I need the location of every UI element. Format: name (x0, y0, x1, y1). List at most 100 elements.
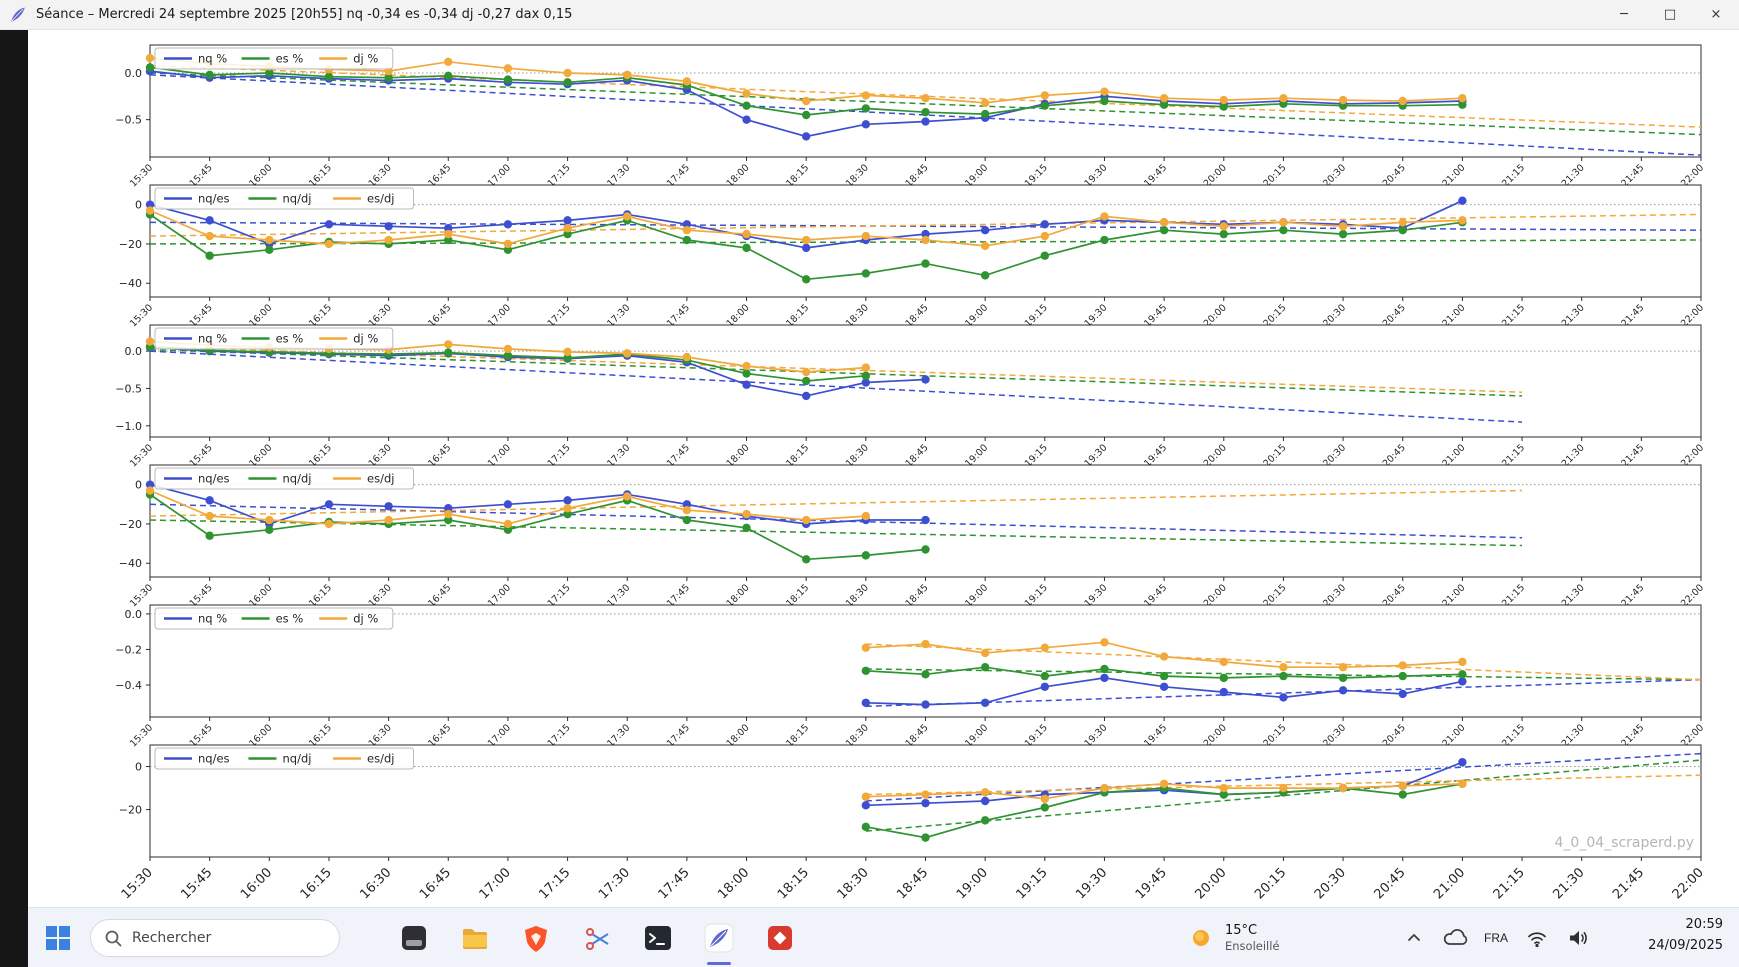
svg-text:nq %: nq % (198, 612, 227, 626)
svg-text:17:00: 17:00 (477, 865, 514, 902)
chart-session-spreads: 0−20−4015:30 15:45 16:00 16:15 16:30 16:45 17:… (119, 184, 1706, 329)
svg-text:nq/es: nq/es (198, 752, 230, 766)
system-tray: FRA (1400, 918, 1592, 958)
minimize-button[interactable]: ─ (1601, 0, 1647, 29)
svg-text:−0.5: −0.5 (115, 382, 142, 395)
svg-text:−0.4: −0.4 (115, 679, 142, 692)
svg-text:nq/dj: nq/dj (283, 472, 312, 486)
matplotlib-figure: 0.0 −0.5 15:30 15:45 16:00 16:15 16:30 16:45 17:… (28, 30, 1739, 907)
svg-text:15:45: 15:45 (178, 865, 215, 902)
svg-text:22:00: 22:00 (1670, 865, 1707, 902)
chart-session-percent: 0.0−0.515:30 15:45 16:00 16:15 16:30 16:45 17:… (115, 44, 1706, 189)
svg-text:−20: −20 (119, 518, 142, 531)
pinned-app-dark-button[interactable] (394, 918, 434, 958)
svg-text:−0.2: −0.2 (115, 643, 142, 656)
svg-text:0.0: 0.0 (125, 67, 143, 80)
terminal-button[interactable] (638, 918, 678, 958)
chart-early-percent: 0.0−0.5−1.015:30 15:45 16:00 16:15 16:30 16:4… (115, 324, 1706, 469)
wifi-icon (1528, 932, 1546, 948)
network-button[interactable] (1523, 920, 1551, 956)
chevron-up-icon (1408, 934, 1420, 941)
svg-text:18:45: 18:45 (894, 865, 931, 902)
svg-text:21:15: 21:15 (1491, 865, 1528, 902)
svg-text:dj %: dj % (353, 332, 378, 346)
search-icon (105, 930, 122, 947)
svg-text:18:00: 18:00 (715, 865, 752, 902)
watermark-script-name: 4_0_04_scraperd.py (1554, 835, 1694, 851)
time-label: 20:59 (1685, 917, 1723, 932)
svg-text:17:45: 17:45 (656, 865, 693, 902)
brave-icon (525, 926, 547, 952)
tray-expand-button[interactable] (1400, 920, 1428, 956)
pinned-apps (394, 918, 800, 965)
windows-logo-icon (46, 926, 70, 950)
folder-icon (463, 929, 487, 949)
scissors-icon (586, 928, 609, 950)
cloud-icon (1443, 929, 1468, 945)
svg-text:nq/es: nq/es (198, 472, 230, 486)
svg-text:20:00: 20:00 (1192, 865, 1229, 902)
svg-text:es %: es % (276, 612, 304, 626)
brave-browser-button[interactable] (516, 918, 556, 958)
chart-early-spreads: 0−20−4015:30 15:45 16:00 16:15 16:30 16:45 17:… (119, 464, 1706, 609)
snipping-tool-button[interactable] (577, 918, 617, 958)
svg-text:nq %: nq % (198, 52, 227, 66)
svg-text:18:15: 18:15 (775, 865, 812, 902)
chart-us-percent: 0.0−0.2−0.415:30 15:45 16:00 16:15 16:30 16:4… (115, 604, 1706, 749)
file-explorer-button[interactable] (455, 918, 495, 958)
taskbar-clock[interactable]: 20:59 24/09/2025 (1648, 915, 1723, 957)
python-figure-window-button[interactable] (699, 918, 739, 965)
svg-text:15:30: 15:30 (119, 865, 156, 902)
svg-text:es/dj: es/dj (367, 192, 394, 206)
start-button[interactable] (38, 918, 78, 958)
svg-text:0: 0 (135, 479, 142, 492)
svg-text:nq %: nq % (198, 332, 227, 346)
svg-text:16:00: 16:00 (238, 865, 275, 902)
chart-us-spreads: 0 −20 15:30 15:45 16:00 16:15 16:30 16:45 17:00 1… (119, 744, 1707, 902)
feather-app-icon (704, 923, 734, 953)
window-titlebar: Séance – Mercredi 24 septembre 2025 [20h… (0, 0, 1739, 30)
sun-icon (1193, 930, 1209, 946)
svg-text:0.0: 0.0 (125, 608, 143, 621)
svg-text:−40: −40 (119, 277, 142, 290)
svg-text:−20: −20 (119, 238, 142, 251)
red-app-button[interactable] (760, 918, 800, 958)
svg-text:16:45: 16:45 (417, 865, 454, 902)
svg-text:−20: −20 (119, 804, 142, 817)
svg-text:19:15: 19:15 (1014, 865, 1051, 902)
svg-text:0.0: 0.0 (125, 345, 143, 358)
close-button[interactable]: × (1693, 0, 1739, 29)
taskbar-search[interactable]: Rechercher (90, 919, 340, 957)
svg-text:−0.5: −0.5 (115, 114, 142, 127)
svg-text:21:45: 21:45 (1610, 865, 1647, 902)
tk-feather-icon (9, 6, 27, 24)
window-controls: ─ □ × (1601, 0, 1739, 29)
svg-text:es/dj: es/dj (367, 752, 394, 766)
svg-text:dj %: dj % (353, 52, 378, 66)
weather-condition-label: Ensoleillé (1225, 938, 1280, 953)
svg-text:0: 0 (135, 199, 142, 212)
svg-text:nq/dj: nq/dj (283, 752, 312, 766)
svg-text:18:30: 18:30 (835, 865, 872, 902)
red-app-icon (768, 926, 792, 950)
date-label: 24/09/2025 (1648, 937, 1723, 953)
onedrive-button[interactable] (1441, 920, 1469, 956)
svg-text:20:30: 20:30 (1312, 865, 1349, 902)
svg-text:19:45: 19:45 (1133, 865, 1170, 902)
svg-text:−40: −40 (119, 557, 142, 570)
window-title: Séance – Mercredi 24 septembre 2025 [20h… (36, 7, 573, 22)
svg-text:20:45: 20:45 (1371, 865, 1408, 902)
svg-text:0: 0 (135, 761, 142, 774)
svg-text:21:30: 21:30 (1550, 865, 1587, 902)
svg-text:nq/dj: nq/dj (283, 192, 312, 206)
svg-text:16:30: 16:30 (357, 865, 394, 902)
svg-text:17:30: 17:30 (596, 865, 633, 902)
weather-widget[interactable]: 15°C Ensoleillé (1178, 916, 1288, 960)
language-button[interactable]: FRA (1482, 920, 1510, 956)
maximize-button[interactable]: □ (1647, 0, 1693, 29)
volume-button[interactable] (1564, 920, 1592, 956)
terminal-icon (645, 926, 671, 950)
svg-text:20:15: 20:15 (1252, 865, 1289, 902)
svg-text:16:15: 16:15 (298, 865, 335, 902)
desktop: Séance – Mercredi 24 septembre 2025 [20h… (0, 0, 1739, 967)
